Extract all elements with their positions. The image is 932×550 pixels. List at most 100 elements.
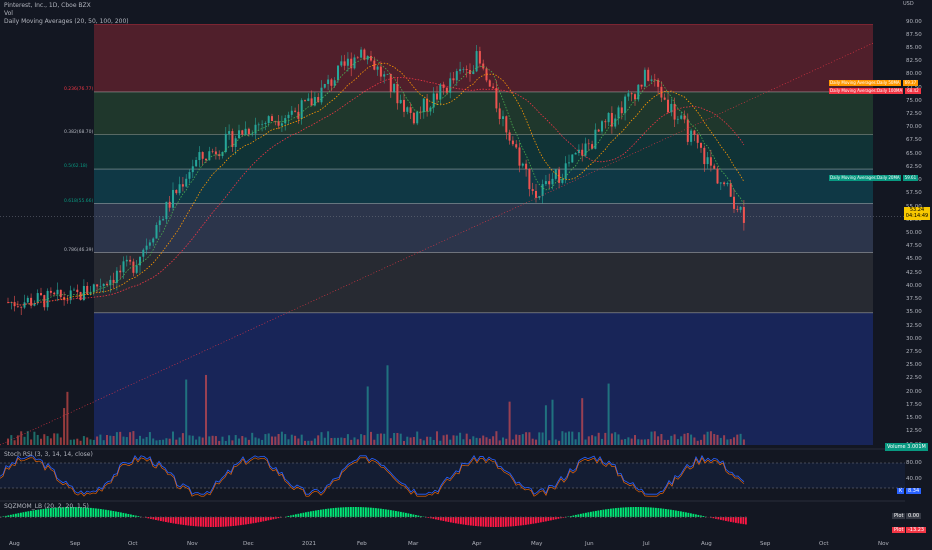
candle-body <box>356 57 359 59</box>
sqz-bar <box>122 512 125 517</box>
volume-bar <box>40 438 42 445</box>
sqz-bar <box>240 517 242 526</box>
volume-bar <box>482 435 485 445</box>
sqz-bar <box>95 508 97 517</box>
sqz-bar <box>350 507 352 517</box>
candle-body <box>455 71 458 81</box>
volume-bar <box>241 436 244 445</box>
candle-body <box>251 133 254 135</box>
volume-bar <box>162 439 165 445</box>
volume-bar <box>313 438 316 445</box>
sqz-dot <box>215 516 217 518</box>
candle-body <box>152 238 155 243</box>
sqz-dot <box>740 516 742 518</box>
volume-bar <box>439 440 442 445</box>
sqz-dot <box>700 516 702 518</box>
volume-bar <box>373 439 376 445</box>
sqz-bar <box>622 507 625 517</box>
volume-bar <box>201 437 204 445</box>
volume-bar <box>511 439 514 445</box>
candle-body <box>379 66 382 77</box>
sqz-bar <box>615 508 617 517</box>
volume-bar <box>673 434 676 445</box>
volume-bar <box>205 374 207 445</box>
candle-body <box>389 73 392 92</box>
volume-bar <box>261 439 264 445</box>
candle-body <box>465 69 468 71</box>
volume-bar <box>409 437 412 445</box>
candle-body <box>739 206 742 210</box>
sqz-bar <box>522 517 525 526</box>
sqz-bar <box>375 508 377 517</box>
fib-zone <box>94 203 873 253</box>
sqz-dot <box>10 516 12 518</box>
sqz-bar <box>137 516 140 517</box>
volume-bar <box>198 436 201 445</box>
volume-bar <box>363 435 366 445</box>
candle-body <box>607 113 610 123</box>
sqz-bar <box>562 517 565 518</box>
sqz-bar <box>610 508 612 517</box>
candle-body <box>535 190 537 198</box>
candle-body <box>713 165 716 169</box>
candle-body <box>99 286 102 287</box>
sqz-bar <box>505 517 507 527</box>
sqz-dot <box>670 516 672 518</box>
candle-body <box>409 107 412 113</box>
volume-bar <box>320 432 323 445</box>
sqz-dot <box>175 516 177 518</box>
sqz-bar <box>302 512 305 517</box>
sqz-dot <box>630 516 632 518</box>
candle-body <box>16 306 19 307</box>
sqz-dot <box>535 516 537 518</box>
sqz-bar <box>207 517 210 527</box>
sqz-dot <box>455 516 457 518</box>
fib-label: 0.618(55.66) <box>64 198 94 204</box>
sqz-dot <box>35 516 37 518</box>
candle-body <box>76 289 79 293</box>
volume-bar <box>89 439 92 445</box>
sqz-bar <box>547 517 550 521</box>
sqz-dot <box>400 516 402 518</box>
sqz-dot <box>475 516 477 518</box>
chart-canvas[interactable] <box>0 0 932 550</box>
price-tick: 40.00 <box>906 282 922 289</box>
candle-body <box>304 100 306 102</box>
candle-body <box>492 86 495 89</box>
candle-body <box>528 169 531 190</box>
sqz-bar <box>677 510 680 517</box>
sqz-dot <box>285 516 287 518</box>
candle-body <box>386 73 389 75</box>
currency-label: USD <box>903 1 914 7</box>
volume-bar <box>706 431 709 445</box>
candle-body <box>574 153 577 155</box>
sqz-bar <box>535 517 537 524</box>
time-tick: Apr <box>472 541 482 547</box>
volume-bar <box>254 437 257 445</box>
time-tick: Aug <box>9 541 20 547</box>
candle-body <box>310 98 313 106</box>
sqz-bar <box>487 517 490 527</box>
volume-bar <box>719 437 722 445</box>
candle-body <box>92 284 95 293</box>
sqz-bar <box>447 517 450 522</box>
volume-bar <box>30 439 33 445</box>
sqz-dot <box>715 516 717 518</box>
sqz-dot <box>655 516 657 518</box>
sqz-bar <box>35 509 37 517</box>
sqz-dot <box>160 516 162 518</box>
sqz-dot <box>660 516 662 518</box>
volume-bar <box>660 434 663 445</box>
volume-bar <box>538 432 541 445</box>
volume-bar <box>102 440 105 445</box>
candle-body <box>20 306 23 308</box>
sqz-dot <box>600 516 602 518</box>
candle-body <box>106 283 108 286</box>
sqz-bar <box>210 517 212 527</box>
candle-body <box>498 108 501 119</box>
fib-label: 0.382(68.70) <box>64 129 94 135</box>
candle-body <box>211 151 214 152</box>
sqz-dot <box>450 516 452 518</box>
time-tick: Mar <box>408 541 419 547</box>
volume-bar <box>442 435 445 445</box>
